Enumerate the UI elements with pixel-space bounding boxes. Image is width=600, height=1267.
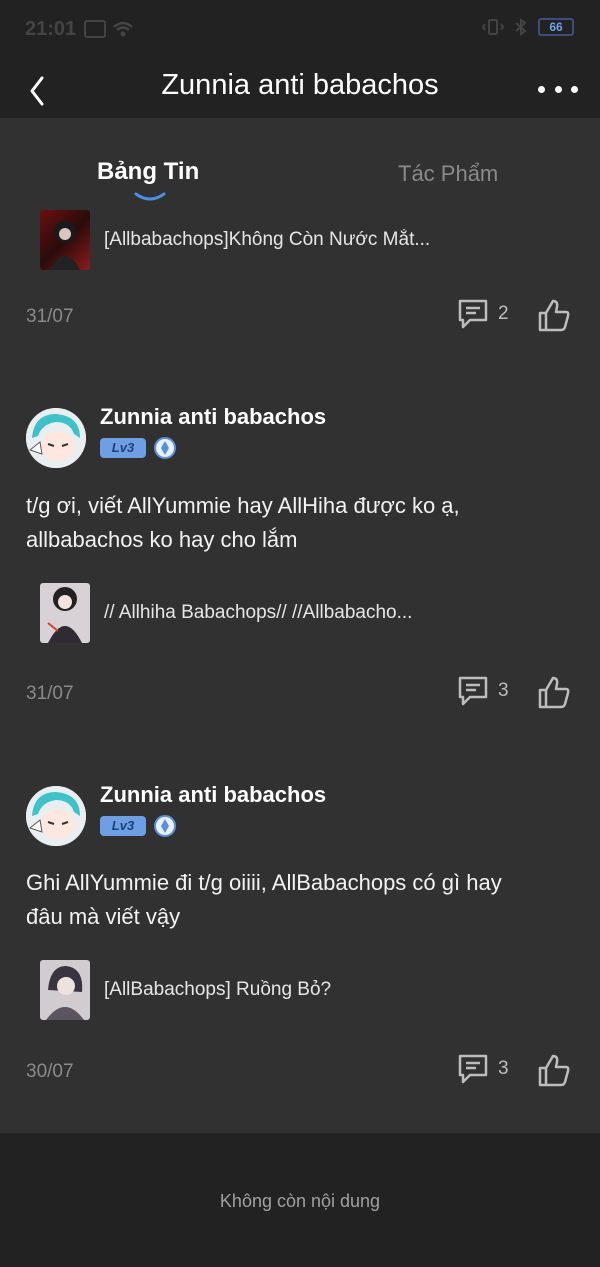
comment-button[interactable]: 3 [456, 1053, 509, 1085]
wifi-icon [113, 21, 133, 37]
like-icon[interactable] [536, 298, 572, 334]
post-meta: 30/07 3 [26, 1053, 576, 1093]
vibrate-icon [482, 19, 504, 35]
avatar[interactable] [26, 408, 86, 468]
work-title: [AllBabachops] Ruồng Bỏ? [104, 979, 332, 1000]
work-reference[interactable]: [AllBabachops] Ruồng Bỏ? [40, 960, 524, 1020]
post-text-line: allbabachos ko hay cho lắm [26, 527, 298, 552]
work-thumbnail [40, 210, 90, 270]
status-right-icons: 66 [482, 18, 574, 36]
comment-icon [458, 1054, 488, 1084]
end-of-feed: Không còn nội dung [0, 1133, 600, 1267]
verified-badge-icon [154, 815, 176, 837]
verified-badge-icon [154, 437, 176, 459]
active-tab-indicator [134, 192, 166, 201]
post-text-line: đâu mà viết vậy [26, 904, 181, 929]
post-meta: 31/07 2 [26, 298, 576, 338]
post-text: t/g ơi, viết AllYummie hay AllHiha được … [26, 489, 566, 557]
author-name[interactable]: Zunnia anti babachos [100, 404, 326, 430]
comment-count: 2 [498, 303, 509, 324]
comment-count: 3 [498, 680, 509, 701]
like-icon[interactable] [536, 675, 572, 711]
comment-button[interactable]: 2 [456, 298, 509, 330]
work-title: [Allbabachops]Không Còn Nước Mắt... [104, 229, 431, 250]
page-title: Zunnia anti babachos [161, 69, 439, 101]
author-name[interactable]: Zunnia anti babachos [100, 782, 326, 808]
status-left-icons [84, 20, 134, 38]
more-options-icon[interactable] [538, 74, 578, 104]
notification-icon [84, 20, 106, 38]
post-meta: 31/07 3 [26, 675, 576, 715]
post-author: Zunnia anti babachos Lv3 [26, 404, 576, 472]
avatar[interactable] [26, 786, 86, 846]
work-reference[interactable]: // Allhiha Babachops// //Allbabacho... [40, 583, 524, 643]
post-date: 31/07 [26, 306, 74, 327]
battery-icon: 66 [538, 18, 574, 36]
post-text: Ghi AllYummie đi t/g oiiii, AllBabachops… [26, 866, 566, 934]
work-thumbnail [40, 583, 90, 643]
post-date: 30/07 [26, 1061, 74, 1082]
no-more-content-label: Không còn nội dung [219, 1191, 381, 1211]
work-title: // Allhiha Babachops// //Allbabacho... [104, 602, 413, 623]
status-bar: 21:01 66 [0, 0, 600, 60]
level-badge: Lv3 [100, 816, 146, 836]
status-time: 21:01 [25, 18, 77, 40]
comment-count: 3 [498, 1058, 509, 1079]
comment-icon [458, 299, 488, 329]
comment-icon [458, 676, 488, 706]
post-text-line: Ghi AllYummie đi t/g oiiii, AllBabachops… [26, 870, 502, 895]
feed-content: Bảng Tin Tác Phẩm [Allbabachops]Không Cò… [0, 118, 600, 1133]
top-app-bar: Zunnia anti babachos [0, 60, 600, 118]
level-badge: Lv3 [100, 438, 146, 458]
bluetooth-icon [515, 18, 527, 36]
like-icon[interactable] [536, 1053, 572, 1089]
post-text-line: t/g ơi, viết AllYummie hay AllHiha được … [26, 493, 460, 518]
tab-bar: Bảng Tin Tác Phẩm [0, 158, 600, 210]
work-reference[interactable]: [Allbabachops]Không Còn Nước Mắt... [40, 210, 524, 270]
tab-feed[interactable]: Bảng Tin [97, 158, 199, 186]
work-thumbnail [40, 960, 90, 1020]
post-author: Zunnia anti babachos Lv3 [26, 782, 576, 850]
tab-works[interactable]: Tác Phẩm [398, 161, 498, 187]
post-date: 31/07 [26, 683, 74, 704]
comment-button[interactable]: 3 [456, 675, 509, 707]
